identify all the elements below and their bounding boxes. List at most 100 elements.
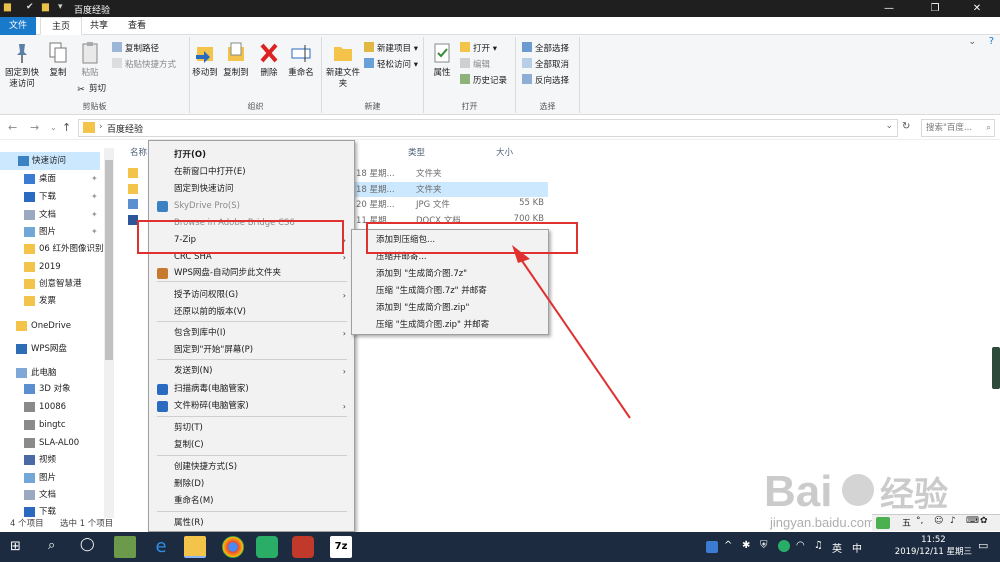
punctuation-icon[interactable]: °,	[916, 516, 923, 526]
close-button[interactable]: ✕	[954, 0, 1000, 17]
nav-scrollbar-thumb[interactable]	[105, 160, 113, 360]
edge-icon[interactable]: e	[150, 536, 172, 558]
bluetooth-icon[interactable]: ✱	[742, 540, 750, 551]
chevron-down-icon[interactable]: ⌄	[968, 37, 976, 47]
keyboard-icon[interactable]: ⌨	[966, 516, 979, 526]
menu-item-pin-start[interactable]: 固定到"开始"屏幕(P)	[149, 342, 354, 359]
recent-locations-button[interactable]: ⌄	[50, 123, 57, 132]
sidebar-item[interactable]: 下载 ✦	[24, 188, 98, 206]
wifi-icon[interactable]: ◠	[796, 540, 805, 551]
menu-item-scan-virus[interactable]: 扫描病毒(电脑管家)	[149, 381, 354, 398]
open-button[interactable]: 打开 ▾	[460, 42, 497, 55]
file-row[interactable]: 18 星期... 文件夹	[128, 181, 548, 197]
minimize-button[interactable]: —	[866, 0, 912, 17]
easy-access-button[interactable]: 轻松访问 ▾	[364, 58, 418, 71]
new-folder-button[interactable]: 新建文件夹	[324, 41, 362, 90]
edit-button[interactable]: 编辑	[460, 58, 490, 71]
tab-home[interactable]: 主页	[40, 17, 82, 35]
menu-item-rename[interactable]: 重命名(M)	[149, 493, 354, 510]
tab-share[interactable]: 共享	[82, 17, 116, 35]
menu-item-cut[interactable]: 剪切(T)	[149, 420, 354, 437]
menu-item-shred-file[interactable]: 文件粉碎(电脑管家) ›	[149, 398, 354, 415]
volume-icon[interactable]: ♫	[814, 540, 823, 551]
ime-tray-icon[interactable]: 英	[832, 540, 842, 555]
pin-button[interactable]: 固定到快速访问	[3, 41, 41, 90]
paste-shortcut-button[interactable]: 粘贴快捷方式	[112, 58, 176, 71]
cut-button[interactable]: ✂ 剪切	[76, 83, 106, 96]
delete-button[interactable]: 删除	[256, 41, 282, 79]
menu-item-pin-quick-access[interactable]: 固定到快速访问	[149, 181, 354, 198]
sidebar-item[interactable]: 快速访问	[0, 152, 100, 170]
notification-icon[interactable]: ▭	[978, 539, 988, 552]
photo-app-icon[interactable]	[114, 536, 136, 558]
chevron-down-icon[interactable]: ⌄	[885, 121, 893, 131]
properties-button[interactable]: 属性	[426, 41, 458, 79]
search-icon[interactable]: ⌕	[48, 538, 55, 553]
sidebar-item[interactable]: 文档 ✦	[24, 206, 98, 224]
rename-button[interactable]: 重命名	[284, 41, 318, 79]
column-header-type[interactable]: 类型	[408, 146, 425, 158]
chevron-down-icon[interactable]: ▾	[58, 2, 70, 14]
ime-mode[interactable]: 五	[902, 516, 911, 529]
sidebar-item[interactable]: 图片	[24, 469, 56, 487]
app-icon[interactable]	[292, 536, 314, 558]
invert-selection-button[interactable]: 反向选择	[522, 74, 569, 87]
move-to-button[interactable]: 移动到	[190, 41, 220, 79]
wechat-icon[interactable]	[256, 536, 278, 558]
new-folder-icon[interactable]: ▆	[42, 2, 54, 14]
sidebar-item[interactable]: 发票	[24, 292, 56, 310]
shield-icon[interactable]: ⛨	[760, 540, 768, 551]
back-button[interactable]: ←	[8, 121, 17, 134]
copy-to-button[interactable]: 复制到	[221, 41, 251, 79]
paste-button[interactable]: 粘贴	[75, 41, 105, 79]
tab-file[interactable]: 文件	[0, 17, 36, 35]
file-explorer-icon[interactable]	[184, 536, 206, 558]
column-header-name[interactable]: 名称	[130, 146, 147, 158]
tab-view[interactable]: 查看	[120, 17, 154, 35]
copy-button[interactable]: 复制	[43, 41, 73, 79]
menu-item-send-to[interactable]: 发送到(N) ›	[149, 363, 354, 380]
breadcrumb[interactable]: 百度经验	[107, 122, 143, 135]
sidebar-item[interactable]: 视频	[24, 451, 56, 469]
menu-item-copy[interactable]: 复制(C)	[149, 437, 354, 454]
refresh-button[interactable]: ↻	[902, 121, 910, 132]
wechat-tray-icon[interactable]	[778, 540, 790, 552]
menu-item-properties[interactable]: 属性(R)	[149, 515, 354, 532]
sidebar-item[interactable]: 桌面 ✦	[24, 170, 98, 188]
copy-path-button[interactable]: 复制路径	[112, 42, 159, 55]
search-input[interactable]: 搜索"百度... ⌕	[921, 119, 995, 137]
skin-icon[interactable]: ✿	[980, 516, 988, 526]
address-bar[interactable]: › 百度经验 ⌄	[78, 119, 898, 137]
emoji-icon[interactable]: ☺	[934, 516, 943, 526]
sidebar-item[interactable]: 文档	[24, 486, 56, 504]
sidebar-item[interactable]: 2019	[24, 258, 61, 276]
menu-item-open-new-window[interactable]: 在新窗口中打开(E)	[149, 164, 354, 181]
sidebar-item[interactable]: 创意智慧港	[24, 275, 82, 293]
sidebar-item[interactable]: bingtc	[24, 416, 66, 434]
forward-button[interactable]: →	[30, 121, 39, 134]
properties-icon[interactable]: ✔	[26, 2, 38, 14]
tray-app-icon[interactable]	[706, 541, 718, 553]
voice-icon[interactable]: ♪	[950, 516, 956, 526]
menu-item-open[interactable]: 打开(O)	[149, 147, 354, 164]
7zip-taskbar-icon[interactable]: 7z	[330, 536, 352, 558]
sidebar-item[interactable]: OneDrive	[16, 317, 71, 335]
sidebar-item[interactable]: SLA-AL00	[24, 434, 79, 452]
select-all-button[interactable]: 全部选择	[522, 42, 569, 55]
column-header-size[interactable]: 大小	[496, 146, 513, 158]
menu-item-create-shortcut[interactable]: 创建快捷方式(S)	[149, 459, 354, 476]
new-item-button[interactable]: 新建项目 ▾	[364, 42, 418, 55]
windows-start-icon[interactable]: ⊞	[10, 539, 21, 554]
sidebar-item[interactable]: WPS网盘	[16, 340, 67, 358]
help-icon[interactable]: ?	[989, 36, 994, 47]
sidebar-item[interactable]: 10086	[24, 398, 66, 416]
up-button[interactable]: ↑	[62, 121, 71, 134]
maximize-button[interactable]: ❐	[912, 0, 958, 17]
history-button[interactable]: 历史记录	[460, 74, 507, 87]
menu-item-include-library[interactable]: 包含到库中(I) ›	[149, 325, 354, 342]
chevron-up-icon[interactable]: ^	[724, 540, 732, 551]
clock[interactable]: 11:52 2019/12/11 星期三	[895, 534, 972, 558]
sidebar-item[interactable]: 图片 ✦	[24, 223, 98, 241]
ime-lang-icon[interactable]: 中	[852, 540, 862, 555]
select-none-button[interactable]: 全部取消	[522, 58, 569, 71]
